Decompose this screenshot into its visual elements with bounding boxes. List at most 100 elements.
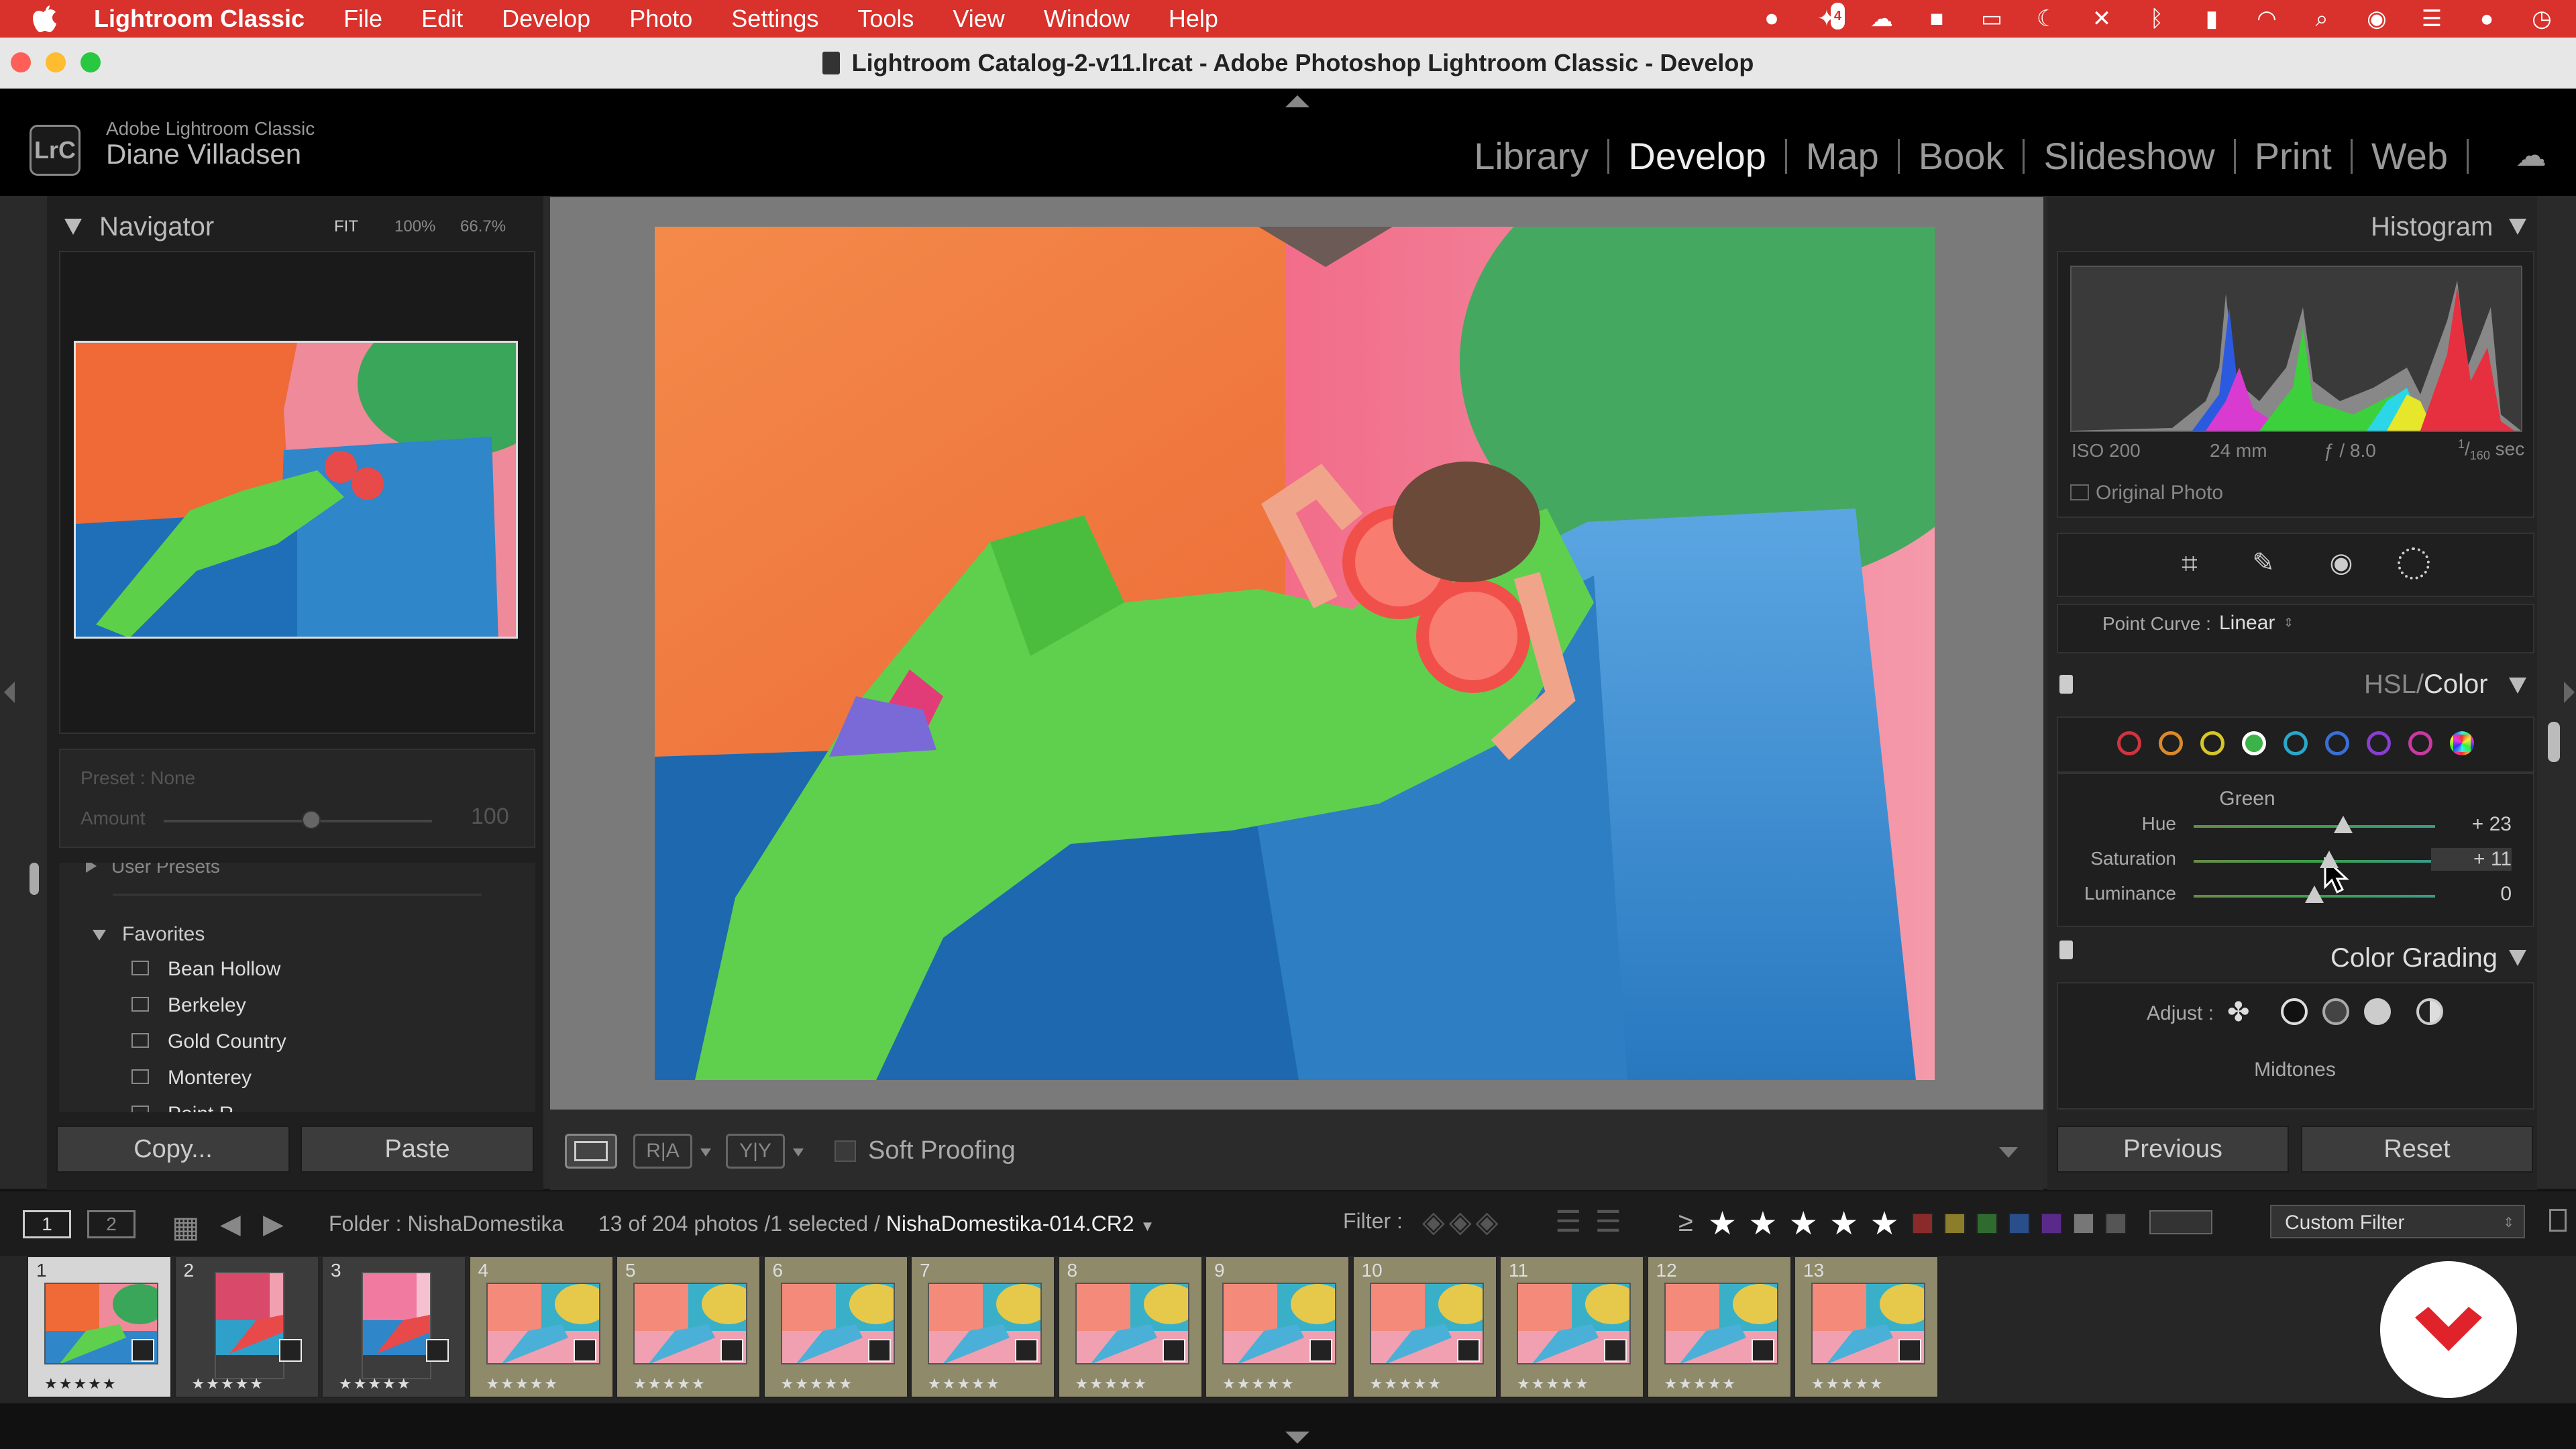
soft-proofing-checkbox[interactable] [835,1140,856,1162]
collapse-left-panel-icon[interactable] [4,682,15,703]
color-label-filter-5[interactable] [2073,1213,2094,1234]
color-label-filter-0[interactable] [1912,1213,1933,1234]
menu-app-name[interactable]: Lightroom Classic [94,5,305,33]
hsl-slider-thumb[interactable] [2305,885,2324,903]
primary-window-button[interactable]: 1 [23,1210,71,1238]
collapse-filmstrip-icon[interactable] [1285,1432,1309,1444]
color-grading-collapse-icon[interactable] [2509,950,2526,966]
color-swatch-5[interactable] [2325,731,2349,755]
module-develop[interactable]: Develop [1609,134,1784,178]
collapse-right-panel-icon[interactable] [2564,682,2575,703]
stop-record-icon[interactable]: ⏺ [1758,5,1786,32]
color-label-filter-1[interactable] [1944,1213,1966,1234]
right-panel-scrollbar[interactable] [2548,722,2560,762]
hsl-slider-value[interactable]: + 23 [2431,813,2512,836]
edit-filter-icons[interactable]: ☰☰ [1555,1205,1635,1239]
photo-count[interactable]: 13 of 204 photos /1 selected / NishaDome… [598,1212,1155,1236]
filmstrip-cell[interactable]: 3 ★★★★★ [321,1256,466,1398]
filmstrip-cell[interactable]: 4 ★★★★★ [468,1256,614,1398]
camera-icon[interactable]: ■ [1923,5,1951,32]
filmstrip-cell[interactable]: 5 ★★★★★ [616,1256,761,1398]
before-after-split-button[interactable]: Y|Y [726,1134,785,1169]
healing-icon[interactable]: ✎ [2247,547,2279,580]
red-eye-icon[interactable]: ◉ [2325,547,2357,580]
close-window-button[interactable] [11,52,31,72]
toolbar-menu-icon[interactable] [1999,1147,2018,1158]
filmstrip-cell[interactable]: 2 ★★★★★ [174,1256,319,1398]
filmstrip-thumbnail[interactable] [214,1272,284,1379]
battery-icon[interactable]: ▮ [2198,5,2226,32]
menu-edit[interactable]: Edit [421,5,463,33]
color-label-filter-6[interactable] [2105,1213,2127,1234]
color-label-filter-4[interactable] [2041,1213,2062,1234]
menu-view[interactable]: View [953,5,1004,33]
chevron-down-icon[interactable] [793,1148,804,1157]
midtones-wheel-icon[interactable] [2322,998,2349,1025]
menu-tools[interactable]: Tools [857,5,914,33]
paste-settings-button[interactable]: Paste [301,1126,534,1173]
preset-item[interactable]: Gold Country [131,1030,286,1053]
minimize-window-button[interactable] [46,52,66,72]
hsl-slider-value[interactable]: + 11 [2431,848,2512,871]
hsl-slider-track[interactable] [2194,825,2435,828]
color-swatch-8[interactable] [2450,731,2474,755]
filmstrip-cell[interactable]: 10 ★★★★★ [1352,1256,1497,1398]
shadows-wheel-icon[interactable] [2281,998,2308,1025]
reset-button[interactable]: Reset [2301,1126,2533,1173]
back-arrow-icon[interactable]: ◀ [220,1209,241,1240]
cloud-sync-icon[interactable]: ☁ [2516,137,2546,173]
filmstrip-cell[interactable]: 6 ★★★★★ [763,1256,908,1398]
zoom-100-option[interactable]: 100% [394,217,435,236]
grid-view-icon[interactable]: ▦ [172,1210,200,1244]
secondary-window-button[interactable]: 2 [87,1210,136,1238]
masking-icon[interactable] [2398,547,2430,580]
user-icon[interactable]: ◉ [2363,5,2391,32]
zoom-fit-option[interactable]: FIT [334,217,358,236]
wifi-icon[interactable]: ◠ [2253,5,2281,32]
user-presets-group[interactable]: User Presets [86,863,220,877]
module-book[interactable]: Book [1900,134,2023,178]
color-label-filter-3[interactable] [2008,1213,2030,1234]
previous-button[interactable]: Previous [2057,1126,2289,1173]
menu-window[interactable]: Window [1044,5,1130,33]
menu-photo[interactable]: Photo [629,5,692,33]
hsl-toggle-switch[interactable] [2059,675,2073,694]
control-center-icon[interactable]: ☰ [2418,5,2446,32]
filmstrip-cell[interactable]: 8 ★★★★★ [1057,1256,1203,1398]
hsl-slider-track[interactable] [2194,860,2435,863]
filmstrip-cell[interactable]: 12 ★★★★★ [1646,1256,1792,1398]
menu-develop[interactable]: Develop [502,5,590,33]
preset-item[interactable]: Monterey [131,1067,252,1089]
forward-arrow-icon[interactable]: ▶ [263,1209,284,1240]
color-swatch-4[interactable] [2284,731,2308,755]
main-photo[interactable] [655,227,1935,1080]
hsl-slider-thumb[interactable] [2334,816,2353,833]
left-panel-scrollbar[interactable] [30,863,39,895]
point-curve-select[interactable]: Linear [2219,612,2275,635]
module-print[interactable]: Print [2236,134,2351,178]
menu-file[interactable]: File [343,5,382,33]
hsl-collapse-icon[interactable] [2509,678,2526,694]
amount-slider-thumb[interactable] [302,810,321,829]
mute-icon[interactable]: ✕ [2088,5,2116,32]
filmstrip-cell[interactable]: 1 ★★★★★ [27,1256,172,1398]
crop-icon[interactable]: ⌗ [2174,547,2206,580]
color-swatch-7[interactable] [2408,731,2432,755]
dropbox-icon[interactable]: ✦ 4 [1813,3,1845,32]
zoom-window-button[interactable] [80,52,101,72]
module-web[interactable]: Web [2353,134,2467,178]
color-swatch-2[interactable] [2200,731,2224,755]
menu-help[interactable]: Help [1169,5,1218,33]
favorites-group[interactable]: Favorites [93,923,205,946]
menu-settings[interactable]: Settings [731,5,818,33]
bluetooth-icon[interactable]: ᛒ [2143,5,2171,32]
filter-lock-icon[interactable] [2549,1209,2567,1232]
navigator-thumbnail[interactable] [74,341,518,639]
color-swatch-3[interactable] [2242,731,2266,755]
collapse-top-panel-icon[interactable] [1285,95,1309,107]
folder-source[interactable]: Folder : NishaDomestika [329,1212,564,1236]
siri-icon[interactable]: ● [2473,5,2501,32]
spotlight-search-icon[interactable]: ⌕ [2308,5,2336,32]
amount-slider-track[interactable] [164,820,432,822]
loupe-view-button[interactable] [565,1134,617,1169]
